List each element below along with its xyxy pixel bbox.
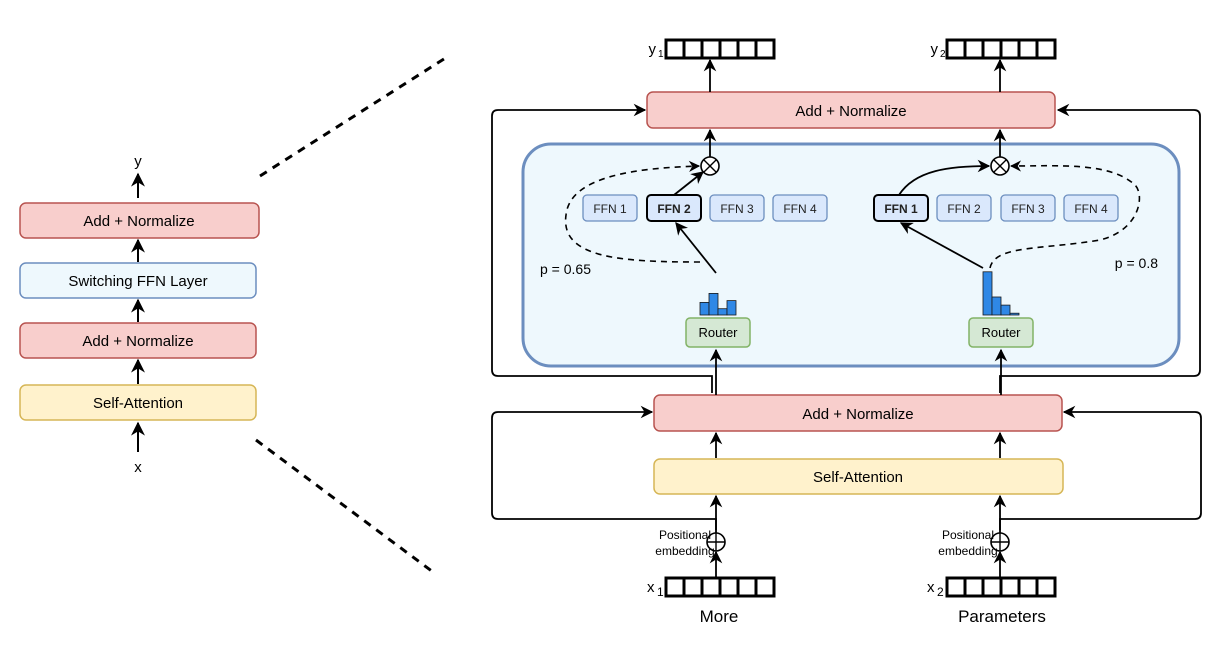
output-vector-cell xyxy=(754,38,776,60)
output-label: y xyxy=(649,41,657,58)
router-prob-bar xyxy=(717,308,728,316)
expert-ffn-label: FFN 1 xyxy=(593,202,627,216)
input-vector-cell xyxy=(999,576,1021,598)
output-subscript: 2 xyxy=(940,49,946,60)
output-vector-cell xyxy=(718,38,740,60)
overview-input-label: x xyxy=(134,459,142,476)
router-prob-bar xyxy=(991,296,1002,316)
gate-probability-label: p = 0.65 xyxy=(540,261,591,277)
detail-addnorm-mid-label: Add + Normalize xyxy=(802,406,913,423)
input-label: x xyxy=(647,579,655,596)
positional-embedding-label: embedding xyxy=(938,544,997,558)
input-vector-cell xyxy=(718,576,740,598)
router-prob-bar xyxy=(699,301,710,316)
detail-addnorm-top-label: Add + Normalize xyxy=(795,103,906,120)
input-vector-cell xyxy=(1017,576,1039,598)
overview-output-label: y xyxy=(134,153,142,170)
overview-stack: y Add + Normalize Switching FFN Layer Ad… xyxy=(19,153,260,476)
output-vector-cell xyxy=(736,38,758,60)
expert-ffn-label: FFN 4 xyxy=(783,202,817,216)
expert-ffn-label: FFN 3 xyxy=(1011,202,1045,216)
overview-block-label: Add + Normalize xyxy=(83,213,194,230)
gate-probability-label: p = 0.8 xyxy=(1115,255,1158,271)
router-prob-bar xyxy=(726,300,737,316)
input-vector-cell xyxy=(981,576,1003,598)
input-vector-cell xyxy=(754,576,776,598)
output-vector-cell xyxy=(1017,38,1039,60)
input-vector-cell xyxy=(682,576,704,598)
input-vector-cell xyxy=(736,576,758,598)
output-subscript: 1 xyxy=(658,49,664,60)
zoom-guide-line-bottom xyxy=(255,438,434,574)
expert-ffn-label: FFN 3 xyxy=(720,202,754,216)
expert-ffn-label: FFN 1 xyxy=(884,202,918,216)
positional-embedding-label: embedding xyxy=(655,544,714,558)
expert-ffn-label: FFN 2 xyxy=(657,202,691,216)
overview-block-label: Switching FFN Layer xyxy=(68,273,207,290)
router-prob-bar xyxy=(1000,304,1011,316)
output-vector-cell xyxy=(981,38,1003,60)
expert-ffn-label: FFN 2 xyxy=(947,202,981,216)
input-subscript: 1 xyxy=(657,585,664,599)
output-vector-cell xyxy=(999,38,1021,60)
input-vector-cell xyxy=(664,576,686,598)
output-vector-cell xyxy=(700,38,722,60)
input-vector-cell xyxy=(700,576,722,598)
overview-block-label: Self-Attention xyxy=(93,395,183,412)
output-vector-cell xyxy=(1035,38,1057,60)
input-vector-cell xyxy=(1035,576,1057,598)
output-vector-cell xyxy=(682,38,704,60)
router-prob-bar xyxy=(1009,312,1020,316)
output-vector-cell xyxy=(664,38,686,60)
input-subscript: 2 xyxy=(937,585,944,599)
router-prob-bar xyxy=(982,271,993,316)
router-label: Router xyxy=(981,325,1021,340)
switching-ffn-layer-expanded xyxy=(521,142,1181,368)
positional-embedding-label: Positional xyxy=(942,528,994,542)
output-vector-cell xyxy=(945,38,967,60)
input-label: x xyxy=(927,579,935,596)
router-label: Router xyxy=(698,325,738,340)
input-word: Parameters xyxy=(958,607,1046,626)
router-prob-bar xyxy=(708,292,719,316)
input-vector-cell xyxy=(945,576,967,598)
zoom-guide-line-top xyxy=(259,55,448,178)
switch-transformer-diagram: y Add + Normalize Switching FFN Layer Ad… xyxy=(19,38,1202,626)
detail-self-attention-label: Self-Attention xyxy=(813,469,903,486)
overview-block-label: Add + Normalize xyxy=(82,333,193,350)
input-word: More xyxy=(700,607,739,626)
output-label: y xyxy=(931,41,939,58)
expert-ffn-label: FFN 4 xyxy=(1074,202,1108,216)
input-vector-cell xyxy=(963,576,985,598)
positional-embedding-label: Positional xyxy=(659,528,711,542)
output-vector-cell xyxy=(963,38,985,60)
